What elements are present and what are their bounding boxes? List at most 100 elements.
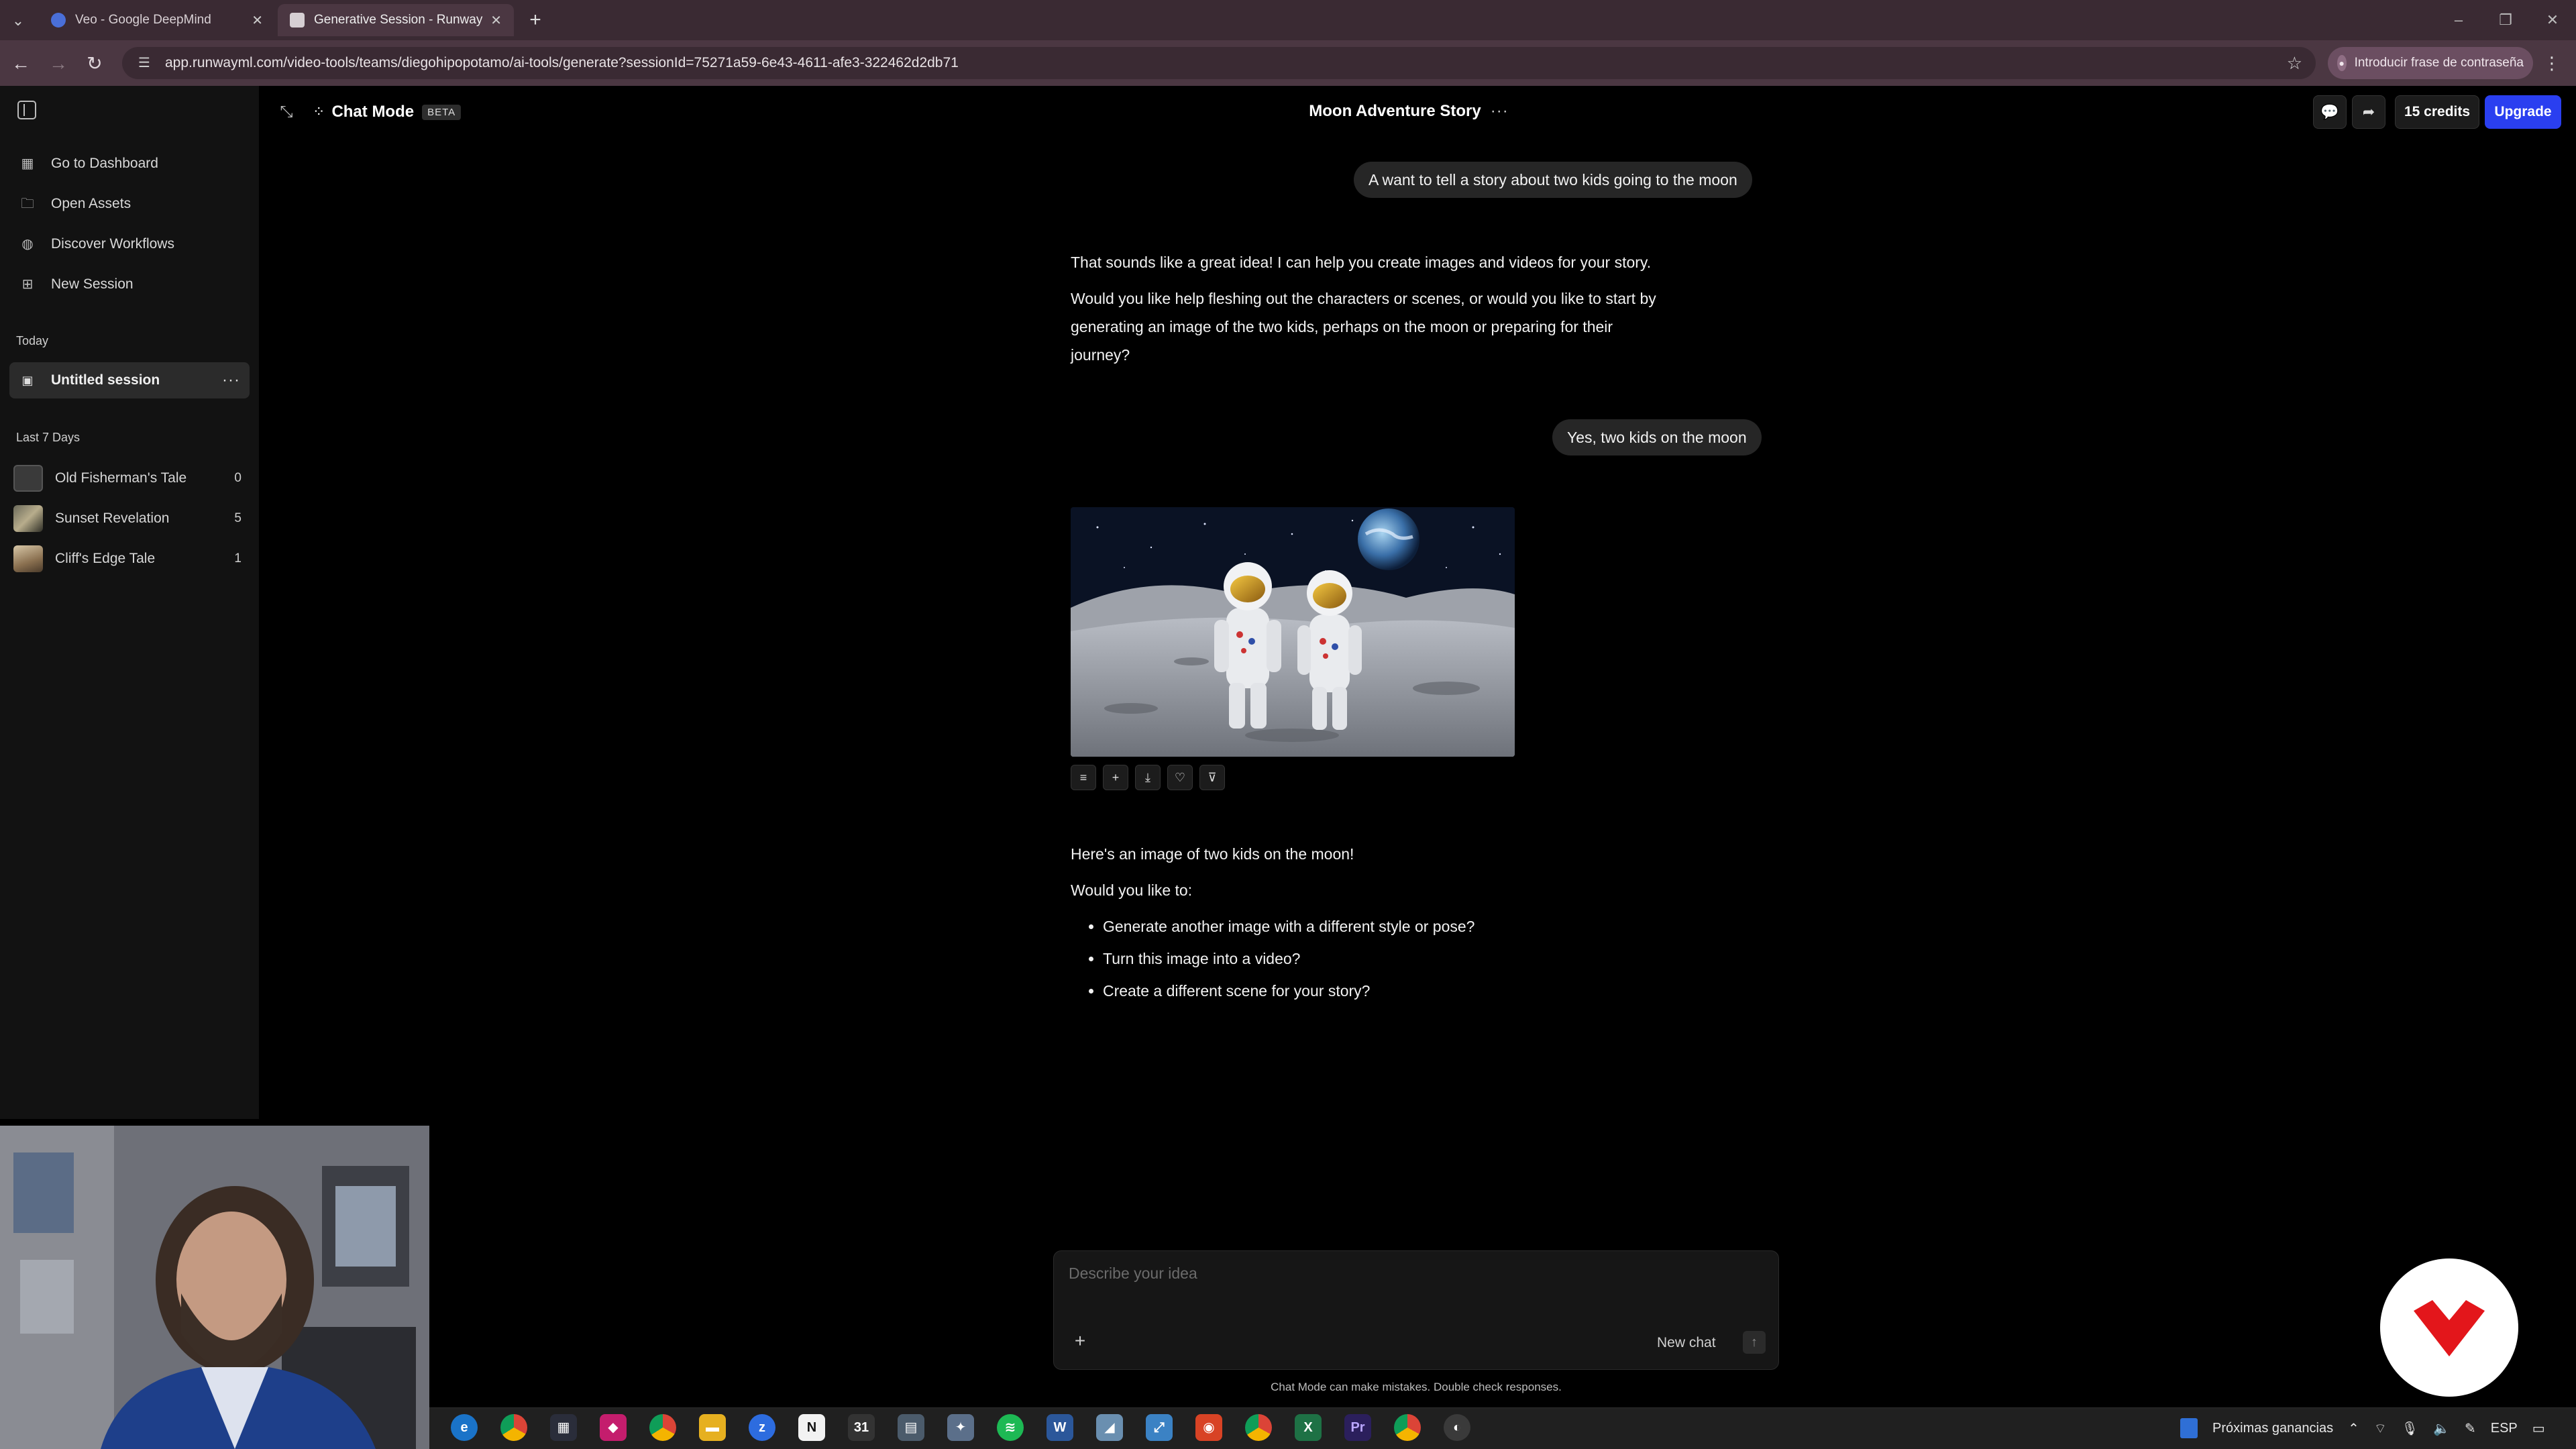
network-icon[interactable]: ⌔ (2374, 1420, 2387, 1437)
calendar-icon[interactable]: 31 (848, 1414, 875, 1441)
premiere-icon[interactable]: Pr (1344, 1414, 1371, 1441)
app-bird-icon[interactable]: ✦ (947, 1414, 974, 1441)
dashboard-icon: ▦ (21, 156, 34, 171)
assistant-message: Here's an image of two kids on the moon!… (1071, 840, 1674, 1009)
tab-close-icon[interactable]: ✕ (490, 12, 502, 29)
browser-tab-veo[interactable]: Veo - Google DeepMind ✕ (39, 4, 275, 36)
spotify-icon[interactable]: ≋ (997, 1414, 1024, 1441)
browser-menu-icon[interactable]: ⋮ (2540, 51, 2564, 75)
sidebar-session-active[interactable]: ▣ Untitled session ··· (9, 362, 250, 398)
send-arrow-icon[interactable]: ↑ (1743, 1331, 1766, 1354)
details-lines-icon[interactable]: ≡ (1071, 765, 1096, 790)
profile-key-icon: ● (2337, 55, 2347, 71)
download-icon[interactable]: ⤓ (1135, 765, 1161, 790)
obs-icon[interactable]: ◐ (1444, 1414, 1470, 1441)
history-item[interactable]: Sunset Revelation 5 (13, 502, 241, 535)
app-pink-icon[interactable]: ◆ (600, 1414, 627, 1441)
session-options-icon[interactable]: ··· (1491, 102, 1509, 121)
address-bar[interactable]: ☰ app.runwayml.com/video-tools/teams/die… (122, 47, 2316, 79)
assistant-paragraph: Would you like help fleshing out the cha… (1071, 290, 1656, 364)
upgrade-button[interactable]: Upgrade (2485, 95, 2561, 129)
notion-icon[interactable]: N (798, 1414, 825, 1441)
sidebar-item-label: Discover Workflows (51, 236, 174, 252)
bookmark-star-icon[interactable]: ☆ (2287, 53, 2302, 74)
assistant-paragraph: That sounds like a great idea! I can hel… (1071, 254, 1652, 271)
sidebar-item-label: New Session (51, 276, 133, 292)
app-gray-icon[interactable]: ▤ (898, 1414, 924, 1441)
red-chevron-logo-icon (2414, 1300, 2485, 1356)
password-prompt-chip[interactable]: ● Introducir frase de contraseña (2328, 47, 2533, 79)
volume-icon[interactable]: 🔈 (2433, 1420, 2450, 1437)
restore-icon[interactable]: ❐ (2489, 8, 2522, 32)
app-active-icon[interactable]: ⤢ (1146, 1414, 1173, 1441)
prompt-input[interactable] (1067, 1263, 1768, 1306)
tab-search-chevron-icon[interactable]: ⌄ (7, 9, 30, 32)
disclaimer-text: Chat Mode can make mistakes. Double chec… (1271, 1381, 1562, 1393)
app-blue-icon[interactable]: ◢ (1096, 1414, 1123, 1441)
chrome-profile-icon[interactable] (500, 1414, 527, 1441)
language-indicator[interactable]: ESP (2491, 1421, 2518, 1436)
thumbs-down-icon[interactable]: ⊽ (1199, 765, 1225, 790)
sidebar-item-new-session[interactable]: ⊞ New Session (19, 270, 133, 299)
section-heading-today: Today (16, 334, 49, 347)
suggestion-item: Create a different scene for your story? (1103, 977, 1674, 1009)
credits-button[interactable]: 15 credits (2395, 95, 2479, 129)
reload-icon[interactable]: ↻ (82, 51, 107, 76)
history-item[interactable]: Cliff's Edge Tale 1 (13, 542, 241, 576)
word-icon[interactable]: W (1046, 1414, 1073, 1441)
collapse-arrows-icon[interactable]: ⤡ (276, 102, 297, 122)
history-label: Sunset Revelation (55, 511, 170, 526)
chrome-window-icon[interactable] (1394, 1414, 1421, 1441)
minimize-icon[interactable]: – (2442, 8, 2475, 32)
tab-title: Veo - Google DeepMind (75, 13, 211, 27)
new-chat-button[interactable]: New chat (1657, 1332, 1716, 1354)
window-close-icon[interactable]: ✕ (2536, 8, 2569, 32)
sidebar-item-label: Open Assets (51, 196, 131, 211)
chat-mode-name: Chat Mode (331, 103, 415, 121)
site-info-icon[interactable]: ☰ (136, 54, 153, 72)
attach-plus-icon[interactable]: + (1071, 1332, 1089, 1350)
moon-astronauts-illustration (1071, 507, 1515, 757)
deepmind-favicon-icon (51, 13, 66, 28)
new-tab-plus-icon[interactable]: + (522, 7, 549, 34)
edge-icon[interactable]: e (451, 1414, 478, 1441)
pen-icon[interactable]: ✎ (2465, 1420, 2476, 1437)
microphone-icon[interactable]: 🎙 (2402, 1420, 2418, 1437)
chrome-icon[interactable] (649, 1414, 676, 1441)
notifications-icon[interactable]: ▭ (2532, 1420, 2545, 1437)
history-item[interactable]: Old Fisherman's Tale 0 (13, 462, 241, 495)
news-ticker[interactable]: Próximas ganancias (2212, 1421, 2333, 1436)
session-title[interactable]: Moon Adventure Story ··· (1275, 99, 1543, 123)
folder-icon: 🗀 (21, 197, 34, 211)
webcam-overlay (0, 1126, 429, 1449)
taskbar-tray: Próximas ganancias ⌃ ⌔ 🎙 🔈 ✎ ESP ▭ (2180, 1407, 2545, 1449)
generated-image[interactable] (1071, 507, 1515, 757)
session-more-icon[interactable]: ··· (222, 371, 240, 390)
chat-mode-label: ⁘ Chat Mode BETA (313, 101, 462, 123)
feedback-button[interactable]: 💬 (2313, 95, 2347, 129)
file-explorer-icon[interactable]: ▬ (699, 1414, 726, 1441)
beta-badge: BETA (422, 104, 462, 120)
chrome-alt-icon[interactable] (1245, 1414, 1272, 1441)
add-plus-icon[interactable]: + (1103, 765, 1128, 790)
tab-close-icon[interactable]: ✕ (252, 12, 263, 29)
globe-icon: ◍ (21, 237, 34, 252)
store-icon[interactable]: ▦ (550, 1414, 577, 1441)
sidebar-toggle-icon[interactable] (17, 101, 36, 119)
browser-tab-runway[interactable]: Generative Session - Runway ✕ (278, 4, 514, 36)
heart-icon[interactable]: ♡ (1167, 765, 1193, 790)
app-red-icon[interactable]: ◉ (1195, 1414, 1222, 1441)
webcam-person-image (0, 1126, 429, 1449)
url-text: app.runwayml.com/video-tools/teams/diego… (165, 55, 959, 70)
zoom-icon[interactable]: z (749, 1414, 775, 1441)
tray-chevron-icon[interactable]: ⌃ (2348, 1420, 2359, 1437)
suggestion-list: Generate another image with a different … (1071, 912, 1674, 1009)
forward-arrow-icon[interactable]: → (46, 51, 71, 76)
back-arrow-icon[interactable]: ← (8, 51, 34, 76)
session-thumbnail (13, 465, 43, 492)
excel-icon[interactable]: X (1295, 1414, 1322, 1441)
share-button[interactable]: ➦ (2352, 95, 2385, 129)
sidebar-item-assets[interactable]: 🗀 Open Assets (19, 189, 131, 219)
sidebar-item-workflows[interactable]: ◍ Discover Workflows (19, 229, 174, 259)
sidebar-item-dashboard[interactable]: ▦ Go to Dashboard (19, 149, 158, 178)
